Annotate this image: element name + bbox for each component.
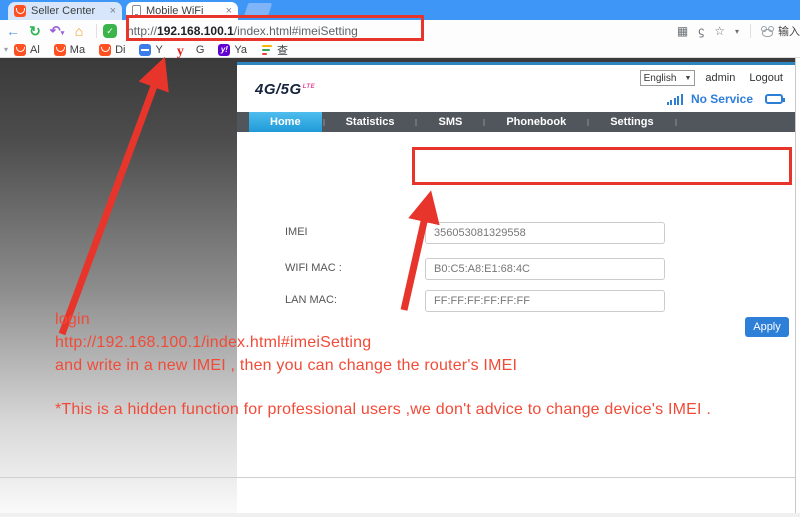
nav-divider: [675, 119, 677, 126]
annotation-text: login http://192.168.100.1/index.html#im…: [55, 308, 711, 421]
bookmark-star-icon[interactable]: ☆: [714, 24, 725, 38]
router-nav: Home Statistics SMS Phonebook Settings: [237, 112, 795, 132]
security-shield-icon[interactable]: ✓: [103, 24, 117, 38]
bookmark-item[interactable]: Ma: [54, 44, 85, 56]
annotation-line: login: [55, 308, 711, 331]
imei-label: IMEI: [285, 226, 308, 238]
nav-divider: [323, 119, 325, 126]
nav-tab-sms[interactable]: SMS: [418, 112, 482, 132]
nav-tab-statistics[interactable]: Statistics: [326, 112, 415, 132]
qr-code-icon[interactable]: ▦: [677, 24, 688, 38]
bookmark-item[interactable]: yG: [177, 44, 205, 56]
paw-icon[interactable]: [761, 26, 774, 37]
imei-input[interactable]: [425, 222, 665, 244]
shop-icon: [14, 44, 26, 56]
screenshot-stage: Seller Center × Mobile WiFi × ← ↻ ↶▾ ⌂ ✓…: [0, 0, 800, 517]
back-icon[interactable]: ←: [2, 23, 24, 39]
reload-icon[interactable]: ↻: [24, 23, 46, 40]
close-tab-icon[interactable]: ×: [110, 5, 116, 17]
bookmark-label: Ya: [234, 44, 247, 56]
annotation-line: and write in a new IMEI , then you can c…: [55, 354, 711, 377]
apply-button[interactable]: Apply: [745, 317, 789, 337]
chevron-down-icon[interactable]: ▾: [735, 27, 739, 36]
bookmark-label: Al: [30, 44, 40, 56]
nav-tab-settings[interactable]: Settings: [590, 112, 673, 132]
wifi-mac-input[interactable]: [425, 258, 665, 280]
wifi-mac-row: WIFI MAC :: [237, 258, 795, 280]
bookmark-label: G: [196, 44, 205, 56]
brand-logo: 4G/5GLTE: [255, 81, 315, 98]
imei-row: IMEI: [237, 222, 795, 244]
translate-icon: [139, 44, 151, 56]
aliexpress-favicon: [14, 5, 26, 17]
language-value: English: [644, 73, 677, 84]
toolbar-right-icons: ▦ ϛ ☆ ▾ 输入: [672, 20, 800, 42]
yandex-icon: y: [177, 44, 189, 56]
annotation-box-imei: [412, 147, 792, 185]
bookmarks-bar: ▾ Al Ma Di Y yG y! Ya 查: [0, 42, 800, 58]
home-icon[interactable]: ⌂: [68, 23, 90, 39]
shop-icon: [99, 44, 111, 56]
lightning-icon[interactable]: ϛ: [698, 24, 704, 38]
rank-bars-icon: [261, 44, 273, 56]
bookmark-label: Y: [155, 44, 162, 56]
page-right-gutter: [796, 58, 800, 517]
lan-mac-label: LAN MAC:: [285, 294, 337, 306]
shop-icon: [54, 44, 66, 56]
wifi-mac-label: WIFI MAC :: [285, 262, 342, 274]
battery-icon: [765, 94, 783, 104]
logout-link[interactable]: Logout: [749, 72, 783, 84]
network-status: No Service: [691, 92, 753, 106]
undo-history-icon[interactable]: ↶▾: [46, 23, 68, 39]
bookmark-item[interactable]: Y: [139, 44, 162, 56]
router-header: 4G/5GLTE English ▼ admin Logout No Servic…: [237, 65, 795, 112]
annotation-box-url: [126, 15, 424, 41]
bookmark-item[interactable]: Al: [14, 44, 40, 56]
tab-label: Seller Center: [31, 5, 106, 17]
bookmark-label: Di: [115, 44, 125, 56]
nav-divider: [415, 119, 417, 126]
logged-in-user: admin: [705, 72, 735, 84]
bookmark-label: Ma: [70, 44, 85, 56]
annotation-note: *This is a hidden function for professio…: [55, 398, 711, 421]
input-method-label[interactable]: 输入: [778, 23, 800, 39]
tab-seller-center[interactable]: Seller Center ×: [8, 2, 122, 20]
bookmark-item[interactable]: Di: [99, 44, 125, 56]
nav-tab-phonebook[interactable]: Phonebook: [486, 112, 586, 132]
annotation-line: http://192.168.100.1/index.html#imeiSett…: [55, 331, 711, 354]
nav-divider: [587, 119, 589, 126]
bookmark-item[interactable]: y! Ya: [218, 44, 247, 56]
language-select[interactable]: English ▼: [640, 70, 696, 86]
nav-divider: [483, 119, 485, 126]
select-caret-icon: ▼: [684, 75, 691, 82]
bookmark-label: 查: [277, 42, 288, 58]
page-footer-line: [0, 477, 795, 478]
bookmarks-caret-icon[interactable]: ▾: [4, 45, 8, 54]
lte-badge: LTE: [303, 84, 315, 90]
signal-bars-icon: [665, 94, 683, 105]
bottom-strip: [0, 513, 800, 517]
toolbar-divider: [750, 24, 751, 38]
yahoo-icon: y!: [218, 44, 230, 56]
bookmark-item[interactable]: 查: [261, 42, 288, 58]
nav-tab-home[interactable]: Home: [249, 112, 322, 132]
router-admin-page: 4G/5GLTE English ▼ admin Logout No Servic…: [237, 62, 795, 517]
toolbar-divider: [96, 24, 97, 38]
